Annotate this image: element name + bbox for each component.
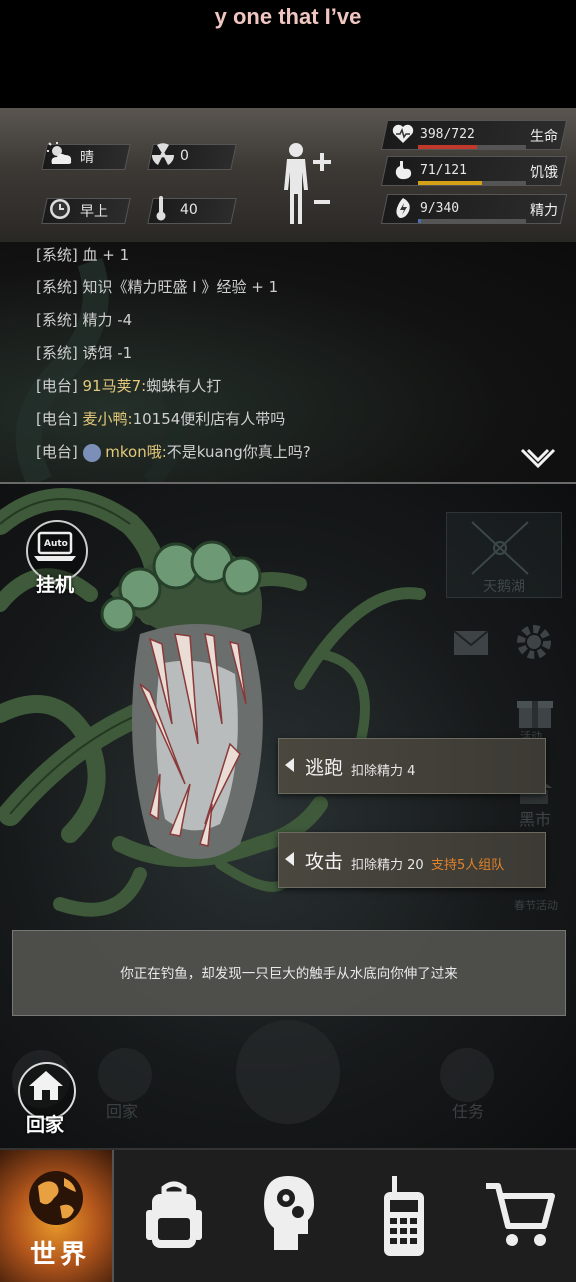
chat-channel: [系统] xyxy=(36,246,78,264)
world-globe-icon xyxy=(29,1171,83,1225)
nav-shop[interactable] xyxy=(464,1150,576,1282)
chat-channel: [系统] xyxy=(36,344,78,362)
chevron-down-icon[interactable] xyxy=(520,446,556,472)
health-bar xyxy=(418,145,526,149)
shopping-cart-icon xyxy=(486,1183,555,1246)
stomach-icon xyxy=(395,161,412,180)
head-gears-icon xyxy=(264,1176,314,1250)
nav-skills[interactable] xyxy=(232,1150,344,1282)
chat-message: 血 + 1 xyxy=(82,246,130,264)
radiation-icon xyxy=(151,143,175,165)
gear-icon[interactable] xyxy=(514,622,554,662)
nav-world-label: 世界 xyxy=(30,1240,91,1270)
clock-icon xyxy=(50,199,70,219)
weather-label: 晴 xyxy=(80,150,94,166)
chat-channel: [电台] xyxy=(36,443,78,461)
energy-bar xyxy=(418,219,526,223)
radiation-value: 0 xyxy=(180,148,189,164)
energy-value: 9/340 xyxy=(420,201,460,216)
chat-line: [电台] 麦小鸭:10154便利店有人带吗 xyxy=(36,408,285,429)
heart-icon xyxy=(392,124,414,143)
event-panel: 你正在钓鱼，却发现一只巨大的触手从水底向你伸了过来 xyxy=(12,930,566,1016)
attack-button[interactable]: 攻击 扣除精力 20 支持5人组队 xyxy=(278,832,546,888)
energy-label: 精力 xyxy=(530,203,558,219)
flee-button[interactable]: 逃跑 扣除精力 4 xyxy=(278,738,546,794)
triangle-left-icon xyxy=(285,852,294,866)
chat-line: [电台] mkon哦:不是kuang你真上吗? xyxy=(36,441,311,462)
home-label: 回家 xyxy=(26,1114,65,1136)
nav-radio[interactable] xyxy=(348,1150,460,1282)
energy-icon xyxy=(396,198,410,218)
bottom-nav: 世界 xyxy=(0,1148,576,1282)
temperature-value: 40 xyxy=(180,202,198,218)
energy-bar-fill xyxy=(418,219,422,223)
chat-line: [系统] 诱饵 -1 xyxy=(36,342,132,363)
chat-message: 精力 -4 xyxy=(82,311,133,329)
radio-icon xyxy=(384,1176,424,1256)
flee-cost: 扣除精力 4 xyxy=(351,764,416,779)
encounter-scene: Auto 挂机 天鹅湖 活动 黑市 春节活动 逃跑 扣除精力 4 攻击 扣除精力… xyxy=(0,484,576,1148)
home-icon xyxy=(29,1071,63,1100)
chat-channel: [系统] xyxy=(36,311,78,329)
chat-log[interactable]: [系统] 血 + 1 [系统] 知识《精力旺盛 I 》经验 + 1 [系统] 精… xyxy=(0,242,576,484)
chat-message: 蜘蛛有人打 xyxy=(146,377,222,395)
chat-line: [电台] 91马荚7:蜘蛛有人打 xyxy=(36,375,221,396)
nav-backpack[interactable] xyxy=(116,1150,228,1282)
chat-channel: [电台] xyxy=(36,377,78,395)
bg-task-button xyxy=(440,1048,494,1102)
hunger-bar-fill xyxy=(418,181,482,185)
health-label: 生命 xyxy=(530,129,558,145)
status-panel: 晴 0 早上 40 398/722 生命 71/121 饥饿 9/340 精力 xyxy=(0,108,576,244)
chat-speaker[interactable]: 麦小鸭: xyxy=(83,410,133,428)
body-status-icon[interactable] xyxy=(276,138,336,228)
chat-speaker[interactable]: 91马荚7: xyxy=(83,377,147,395)
bg-home-label: 回家 xyxy=(106,1102,139,1121)
health-bar-fill xyxy=(418,145,478,149)
chat-message: 知识《精力旺盛 I 》经验 + 1 xyxy=(82,278,279,296)
triangle-left-icon xyxy=(285,758,294,772)
bg-center-button xyxy=(236,1020,340,1124)
chat-message: 不是kuang你真上吗? xyxy=(166,443,311,461)
auto-badge: Auto xyxy=(44,539,68,549)
caption-bar: y one that I’ve xyxy=(0,0,576,108)
chat-message: 诱饵 -1 xyxy=(82,344,133,362)
hunger-value: 71/121 xyxy=(420,163,467,178)
sun-cloud-icon xyxy=(47,142,72,164)
location-name: 天鹅湖 xyxy=(483,579,525,595)
attack-cost: 扣除精力 20 xyxy=(351,858,424,873)
bg-task-label: 任务 xyxy=(452,1102,485,1121)
chat-line: [系统] 血 + 1 xyxy=(36,244,129,265)
auto-label: 挂机 xyxy=(36,574,75,596)
avatar[interactable] xyxy=(82,443,101,462)
health-value: 398/722 xyxy=(420,127,475,142)
chat-message: 10154便利店有人带吗 xyxy=(132,410,286,428)
bg-home-button xyxy=(98,1048,152,1102)
caption-text: y one that I’ve xyxy=(214,4,362,29)
chat-line: [系统] 精力 -4 xyxy=(36,309,132,330)
hunger-bar xyxy=(418,181,526,185)
chat-channel: [系统] xyxy=(36,278,78,296)
chat-channel: [电台] xyxy=(36,410,78,428)
chat-speaker[interactable]: mkon哦: xyxy=(105,443,167,461)
thermometer-icon xyxy=(156,196,166,221)
chat-line: [系统] 知识《精力旺盛 I 》经验 + 1 xyxy=(36,276,278,297)
map-marker-icon xyxy=(471,521,529,575)
event-description: 你正在钓鱼，却发现一只巨大的触手从水底向你伸了过来 xyxy=(120,966,458,982)
attack-label: 攻击 xyxy=(305,851,344,873)
time-label: 早上 xyxy=(80,204,108,220)
hunger-label: 饥饿 xyxy=(530,165,558,181)
festival-label: 春节活动 xyxy=(514,899,558,912)
backpack-icon xyxy=(146,1181,202,1248)
mail-icon[interactable] xyxy=(452,628,490,658)
team-support-label: 支持5人组队 xyxy=(431,858,505,873)
black-market-label: 黑市 xyxy=(519,810,552,829)
flee-label: 逃跑 xyxy=(305,757,344,779)
gift-icon[interactable] xyxy=(516,694,554,730)
nav-world[interactable]: 世界 xyxy=(0,1150,114,1282)
